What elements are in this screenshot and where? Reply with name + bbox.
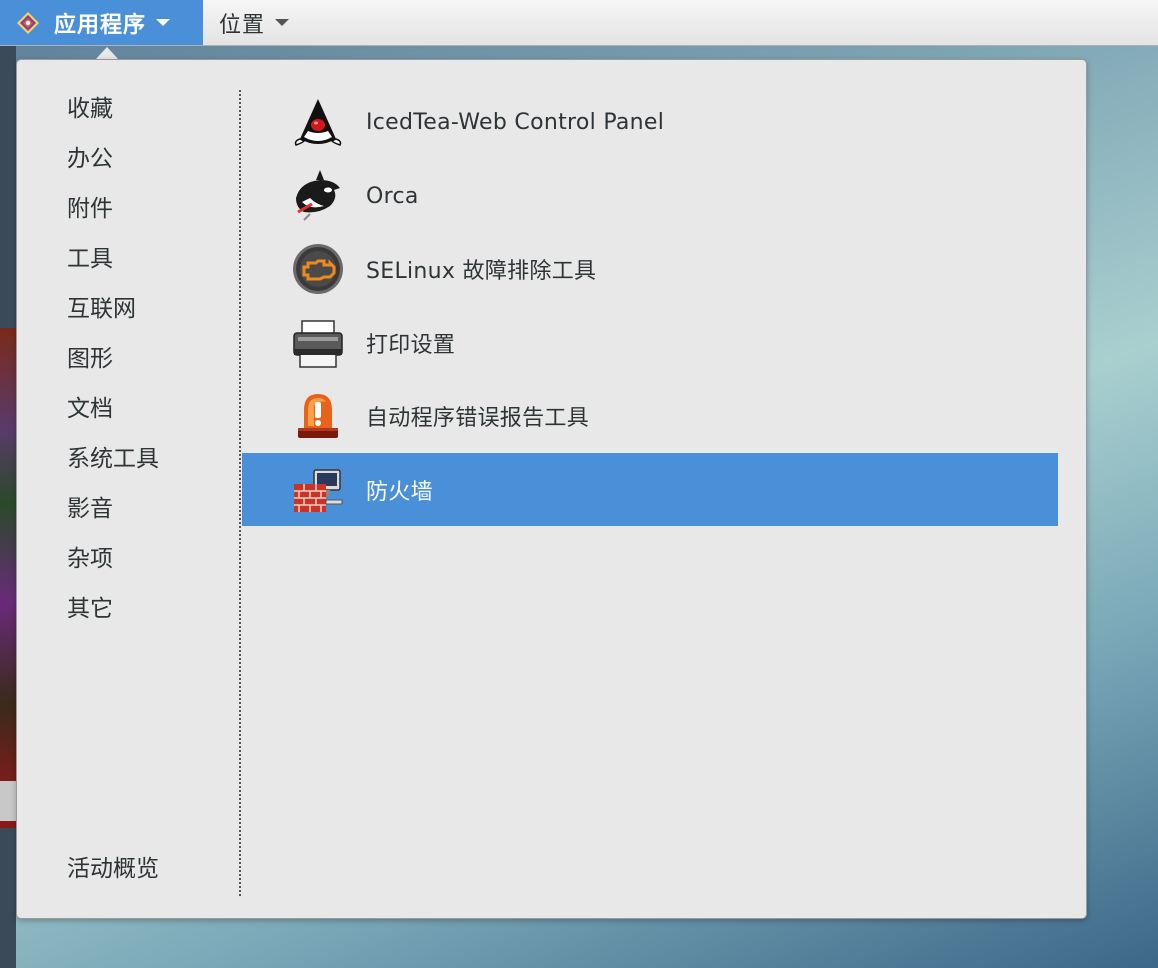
background-window-edge xyxy=(0,46,16,968)
activities-overview-link[interactable]: 活动概览 xyxy=(67,844,159,894)
category-other[interactable]: 其它 xyxy=(67,584,227,634)
applications-menu-button[interactable]: 应用程序 xyxy=(0,0,203,45)
java-duke-icon xyxy=(290,95,346,151)
app-item-label: 打印设置 xyxy=(366,332,456,358)
orca-whale-icon xyxy=(290,168,346,224)
app-item-label: IcedTea-Web Control Panel xyxy=(366,110,665,136)
top-panel: 应用程序 位置 xyxy=(0,0,1158,46)
category-sound-video[interactable]: 影音 xyxy=(67,484,227,534)
gnome-foot-logo-icon xyxy=(17,11,39,34)
category-list: 收藏 办公 附件 工具 互联网 图形 文档 系统工具 影音 杂项 其它 xyxy=(67,84,227,634)
category-system-tools[interactable]: 系统工具 xyxy=(67,434,227,484)
category-sundry[interactable]: 杂项 xyxy=(67,534,227,584)
app-item-label: 防火墙 xyxy=(366,479,433,505)
background-window-content xyxy=(0,328,16,828)
app-item-icedtea-web-control-panel[interactable]: IcedTea-Web Control Panel xyxy=(242,86,1058,159)
app-item-orca[interactable]: Orca xyxy=(242,159,1058,232)
category-favorites[interactable]: 收藏 xyxy=(67,84,227,134)
menu-divider xyxy=(239,90,241,896)
category-internet[interactable]: 互联网 xyxy=(67,284,227,334)
alarm-siren-icon xyxy=(290,388,346,444)
applications-menu-popup: 收藏 办公 附件 工具 互联网 图形 文档 系统工具 影音 杂项 其它 活动概览 xyxy=(16,59,1087,919)
places-menu-button[interactable]: 位置 xyxy=(203,0,305,45)
category-utilities[interactable]: 工具 xyxy=(67,234,227,284)
app-item-label: Orca xyxy=(366,183,419,209)
application-list: IcedTea-Web Control Panel Orca SELinux 故… xyxy=(242,86,1058,527)
app-item-print-settings[interactable]: 打印设置 xyxy=(242,306,1058,379)
app-item-selinux-troubleshooter[interactable]: SELinux 故障排除工具 xyxy=(242,233,1058,306)
app-item-firewall[interactable]: 防火墙 xyxy=(242,452,1058,527)
app-item-label: SELinux 故障排除工具 xyxy=(366,259,597,285)
printer-icon xyxy=(290,315,346,371)
applications-menu-label: 应用程序 xyxy=(54,12,147,38)
places-menu-label: 位置 xyxy=(219,12,266,38)
category-graphics[interactable]: 图形 xyxy=(67,334,227,384)
selinux-troubleshooter-icon xyxy=(290,241,346,297)
firewall-icon xyxy=(290,462,346,518)
category-office[interactable]: 办公 xyxy=(67,134,227,184)
category-accessories[interactable]: 附件 xyxy=(67,184,227,234)
category-documentation[interactable]: 文档 xyxy=(67,384,227,434)
app-item-abrt[interactable]: 自动程序错误报告工具 xyxy=(242,380,1058,453)
app-item-label: 自动程序错误报告工具 xyxy=(366,406,590,432)
chevron-down-icon xyxy=(156,19,171,26)
background-window-content xyxy=(0,781,16,821)
chevron-down-icon xyxy=(275,19,290,26)
